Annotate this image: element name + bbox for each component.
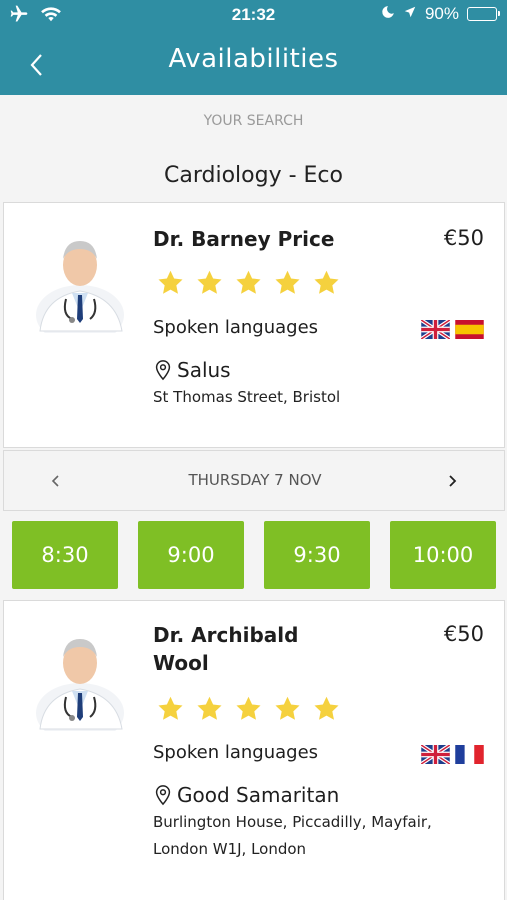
spoken-languages-label: Spoken languages xyxy=(153,317,319,338)
star-icon xyxy=(236,270,261,294)
location-pin-icon xyxy=(155,360,171,381)
selected-date: THURSDAY 7 NOV xyxy=(188,471,322,489)
doctor-avatar xyxy=(36,639,124,731)
english-flag-icon xyxy=(421,320,450,339)
time-slot-button[interactable]: 9:30 xyxy=(264,521,370,589)
doctor-avatar xyxy=(36,241,124,333)
page-title: Availabilities xyxy=(168,44,339,74)
star-icon xyxy=(275,270,300,294)
clinic-name-text: Salus xyxy=(177,358,231,382)
search-label: YOUR SEARCH xyxy=(203,113,304,129)
star-icon xyxy=(158,696,183,720)
star-icon xyxy=(314,696,339,720)
language-flags xyxy=(421,320,484,339)
battery-percent: 90% xyxy=(424,4,459,23)
star-icon xyxy=(197,270,222,294)
doctor-price: €50 xyxy=(443,226,484,250)
clinic-address: Burlington House, Piccadilly, Mayfair, L… xyxy=(153,813,432,858)
location-pin-icon xyxy=(155,785,171,806)
search-value: Cardiology - Eco xyxy=(164,163,343,188)
battery-icon xyxy=(467,7,500,21)
clinic-address: St Thomas Street, Bristol xyxy=(153,388,341,406)
status-bar: 21:32 90% xyxy=(0,0,507,30)
location-arrow-icon xyxy=(403,4,417,24)
english-flag-icon xyxy=(421,745,450,764)
moon-icon xyxy=(381,4,395,24)
star-icon xyxy=(158,270,183,294)
time-slot-button[interactable]: 9:00 xyxy=(138,521,244,589)
time-slot-button[interactable]: 10:00 xyxy=(390,521,496,589)
clinic-name: Salus xyxy=(153,358,231,382)
next-day-button[interactable] xyxy=(440,469,464,493)
rating-stars xyxy=(156,695,341,723)
doctor-card[interactable]: Dr. Archibald Wool €50 Spoken languages … xyxy=(3,600,505,900)
star-icon xyxy=(314,270,339,294)
doctor-name: Dr. Barney Price xyxy=(153,227,335,251)
time-slots: 8:30 9:00 9:30 10:00 xyxy=(12,521,496,589)
rating-stars xyxy=(156,269,341,297)
date-navigator: THURSDAY 7 NOV xyxy=(3,450,505,511)
clinic-name: Good Samaritan xyxy=(153,783,339,807)
spoken-languages-label: Spoken languages xyxy=(153,742,319,763)
doctor-name: Dr. Archibald Wool xyxy=(153,623,299,675)
chevron-right-icon xyxy=(449,475,457,487)
star-icon xyxy=(275,696,300,720)
clinic-name-text: Good Samaritan xyxy=(177,783,340,807)
time-slot-button[interactable]: 8:30 xyxy=(12,521,118,589)
spanish-flag-icon xyxy=(455,320,484,339)
french-flag-icon xyxy=(455,745,484,764)
doctor-card[interactable]: Dr. Barney Price €50 Spoken languages Sa… xyxy=(3,202,505,448)
language-flags xyxy=(421,745,484,764)
star-icon xyxy=(197,696,222,720)
star-icon xyxy=(236,696,261,720)
doctor-price: €50 xyxy=(443,622,484,646)
header: 21:32 90% Availabilities xyxy=(0,0,507,95)
